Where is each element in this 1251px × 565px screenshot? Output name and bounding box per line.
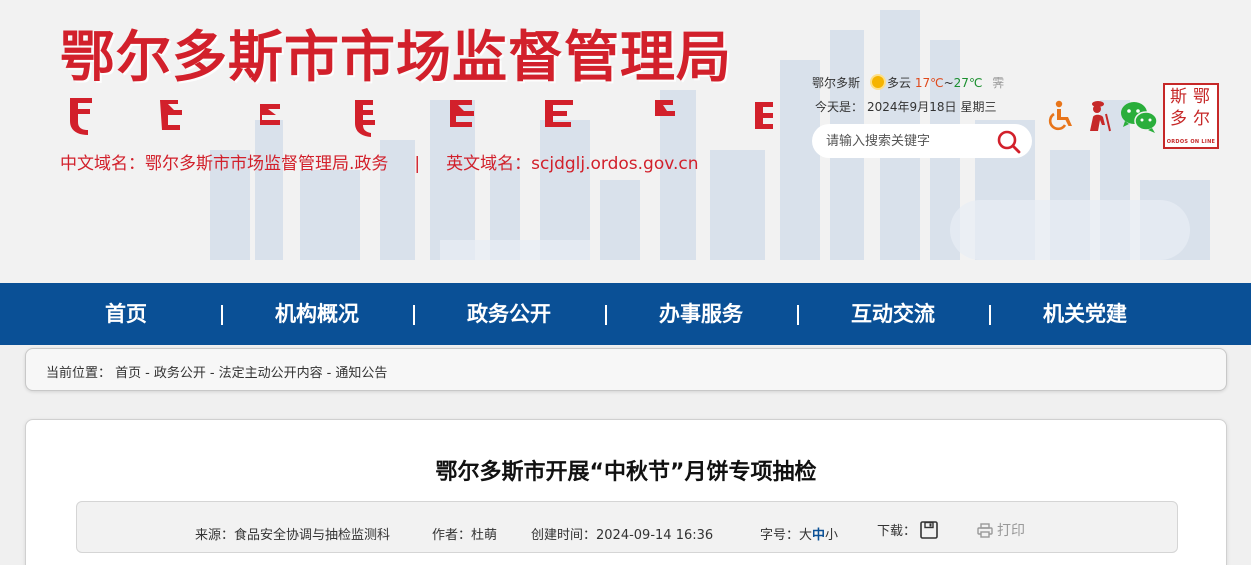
weather-high: 27℃ bbox=[953, 76, 983, 90]
meta-source-label: 来源： bbox=[195, 528, 235, 543]
nav-item-about[interactable]: 机构概况 bbox=[221, 283, 413, 345]
logo-chars: 斯鄂多尔 bbox=[1167, 86, 1215, 130]
meta-created-value: 2024-09-14 16:36 bbox=[596, 528, 714, 543]
logo-char: 斯 bbox=[1170, 87, 1187, 107]
nav-item-home[interactable]: 首页 bbox=[30, 283, 222, 345]
date-weekday: 星期三 bbox=[960, 100, 997, 114]
breadcrumb-label: 当前位置： bbox=[46, 366, 112, 381]
meta-created-label: 创建时间： bbox=[531, 528, 597, 543]
search-box bbox=[812, 124, 1032, 158]
breadcrumb-separator: - bbox=[209, 366, 215, 381]
date-value: 2024年9月18日 bbox=[867, 100, 957, 114]
download-control: 下载： bbox=[877, 520, 938, 539]
mongolian-script-title bbox=[70, 98, 773, 137]
breadcrumb-separator: - bbox=[145, 366, 150, 381]
font-size-label: 字号： bbox=[760, 528, 800, 543]
en-domain-label: 英文域名： bbox=[446, 154, 532, 174]
search-input[interactable] bbox=[826, 131, 996, 151]
meta-created: 创建时间：2024-09-14 16:36 bbox=[531, 524, 713, 543]
font-size-control: 字号：大中小 bbox=[760, 524, 838, 543]
save-icon[interactable] bbox=[920, 521, 938, 539]
weather-city: 鄂尔多斯 bbox=[812, 76, 861, 90]
nav-item-services[interactable]: 办事服务 bbox=[605, 283, 797, 345]
accessibility-icon[interactable] bbox=[1046, 100, 1076, 132]
meta-author-value: 杜萌 bbox=[471, 528, 498, 543]
article-panel: 鄂尔多斯市开展“中秋节”月饼专项抽检 来源：食品安全协调与抽检监测科 作者：杜萌… bbox=[25, 419, 1227, 565]
cn-domain-label: 中文域名： bbox=[60, 154, 145, 174]
cn-domain: 鄂尔多斯市市场监督管理局.政务 bbox=[145, 154, 389, 174]
domain-line: 中文域名：鄂尔多斯市市场监督管理局.政务 | 英文域名：scjdglj.ordos.… bbox=[60, 149, 699, 174]
main-nav: 首页 机构概况 政务公开 办事服务 互动交流 机关党建 bbox=[0, 283, 1251, 345]
print-button[interactable]: 打印 bbox=[977, 520, 1025, 540]
meta-source-value: 食品安全协调与抽检监测科 bbox=[234, 528, 391, 543]
nav-item-interaction[interactable]: 互动交流 bbox=[797, 283, 989, 345]
weather-trail: 霁 bbox=[992, 76, 1005, 90]
breadcrumb-notices[interactable]: 通知公告 bbox=[335, 366, 387, 381]
logo-char: 尔 bbox=[1193, 109, 1210, 129]
date-line: 今天是： 2024年9月18日 星期三 bbox=[815, 98, 1000, 115]
meta-author-label: 作者： bbox=[432, 528, 472, 543]
nav-item-disclosure[interactable]: 政务公开 bbox=[413, 283, 605, 345]
date-prefix: 今天是： bbox=[815, 100, 864, 114]
article-meta: 来源：食品安全协调与抽检监测科 作者：杜萌 创建时间：2024-09-14 16… bbox=[76, 501, 1178, 553]
site-title: 鄂尔多斯市市场监督管理局 bbox=[60, 24, 733, 89]
breadcrumb-separator: - bbox=[326, 366, 332, 381]
logo-char: 多 bbox=[1170, 109, 1187, 129]
elderly-mode-icon[interactable] bbox=[1084, 100, 1114, 132]
search-icon[interactable] bbox=[996, 129, 1022, 155]
download-label: 下载： bbox=[877, 524, 917, 539]
font-size-medium[interactable]: 中 bbox=[812, 528, 825, 543]
weather-tilde: ~ bbox=[943, 76, 954, 90]
print-label: 打印 bbox=[997, 523, 1025, 539]
printer-icon bbox=[977, 523, 993, 538]
weather-low: 17℃ bbox=[914, 76, 944, 90]
breadcrumb-disclosure[interactable]: 政务公开 bbox=[154, 366, 206, 381]
breadcrumb: 当前位置： 首页 - 政务公开 - 法定主动公开内容 - 通知公告 bbox=[25, 348, 1227, 391]
domain-separator: | bbox=[414, 154, 421, 174]
weather-widget: 鄂尔多斯 多云 17℃~27℃ 霁 bbox=[812, 74, 1004, 91]
weather-condition: 多云 bbox=[887, 76, 912, 90]
ordos-online-logo[interactable]: 斯鄂多尔 ORDOS ON LINE bbox=[1163, 83, 1219, 149]
meta-author: 作者：杜萌 bbox=[432, 524, 497, 543]
logo-en: ORDOS ON LINE bbox=[1166, 139, 1216, 145]
article-title: 鄂尔多斯市开展“中秋节”月饼专项抽检 bbox=[435, 460, 817, 485]
meta-source: 来源：食品安全协调与抽检监测科 bbox=[195, 524, 390, 543]
font-size-large[interactable]: 大 bbox=[799, 528, 812, 543]
logo-char: 鄂 bbox=[1193, 87, 1210, 107]
breadcrumb-statutory[interactable]: 法定主动公开内容 bbox=[219, 366, 323, 381]
site-header: 鄂尔多斯市市场监督管理局 中文域名：鄂尔多斯市市场监督管理局.政务 | 英文域名：s… bbox=[0, 0, 1251, 283]
wechat-icon[interactable] bbox=[1119, 100, 1159, 134]
nav-item-party[interactable]: 机关党建 bbox=[989, 283, 1181, 345]
en-domain: scjdglj.ordos.gov.cn bbox=[531, 154, 699, 174]
breadcrumb-home[interactable]: 首页 bbox=[115, 366, 141, 381]
sun-cloud-icon bbox=[872, 76, 885, 88]
font-size-small[interactable]: 小 bbox=[825, 528, 838, 543]
breadcrumb-trail: 当前位置： 首页 - 政务公开 - 法定主动公开内容 - 通知公告 bbox=[46, 362, 387, 381]
